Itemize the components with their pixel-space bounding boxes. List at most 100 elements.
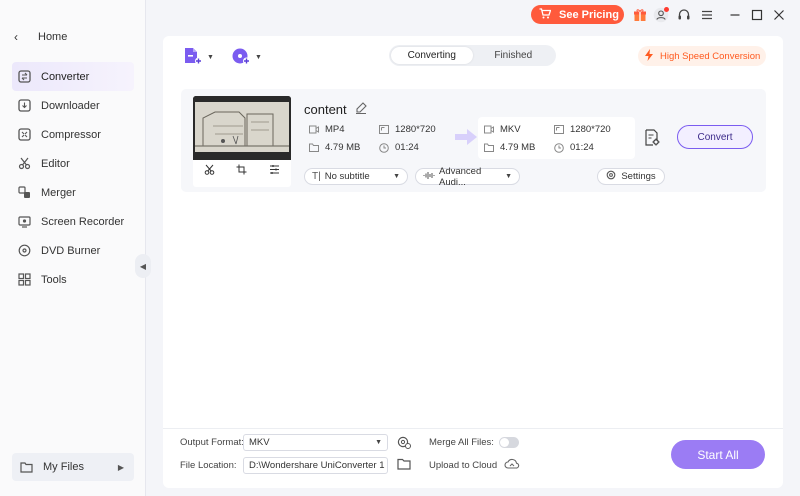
file-item-card: content MP4 1280*720 4.79 MB 01:24 MKV 1… bbox=[181, 89, 766, 192]
trim-icon[interactable] bbox=[204, 164, 215, 178]
output-format-label: Output Format: bbox=[180, 437, 244, 448]
settings-button[interactable]: Settings bbox=[597, 168, 665, 185]
file-name-label: content bbox=[304, 102, 347, 117]
tab-converting[interactable]: Converting bbox=[391, 47, 473, 64]
audio-dropdown[interactable]: Advanced Audi... ▼ bbox=[415, 165, 520, 188]
thumbnail-area bbox=[193, 96, 291, 187]
source-duration-value: 01:24 bbox=[395, 142, 419, 153]
screen-recorder-icon bbox=[18, 215, 31, 228]
compressor-icon bbox=[18, 128, 31, 141]
account-icon[interactable] bbox=[652, 6, 670, 24]
video-icon bbox=[309, 125, 319, 134]
my-files-button[interactable]: My Files ▶ bbox=[12, 453, 134, 481]
subtitle-dropdown[interactable]: T| No subtitle ▼ bbox=[304, 168, 408, 185]
thumbnail-actions bbox=[193, 164, 291, 178]
clock-icon bbox=[554, 143, 564, 153]
downloader-icon bbox=[18, 99, 31, 112]
target-duration: 01:24 bbox=[554, 142, 594, 153]
dvd-burner-icon bbox=[18, 244, 31, 257]
convert-arrow-icon bbox=[455, 129, 477, 148]
source-format-value: MP4 bbox=[325, 124, 345, 135]
source-resolution-value: 1280*720 bbox=[395, 124, 436, 135]
chevron-right-icon: ▶ bbox=[117, 462, 124, 472]
folder-icon bbox=[309, 143, 319, 152]
sidebar-item-screen-recorder[interactable]: Screen Recorder bbox=[12, 207, 134, 236]
high-speed-conversion-toggle[interactable]: High Speed Conversion bbox=[638, 46, 766, 66]
sidebar-item-compressor[interactable]: Compressor bbox=[12, 120, 134, 149]
file-location-select[interactable]: D:\Wondershare UniConverter 1 ▼ bbox=[243, 457, 388, 474]
headset-icon[interactable] bbox=[675, 6, 693, 24]
edit-icon[interactable] bbox=[355, 102, 367, 117]
file-name: content bbox=[304, 102, 367, 117]
target-resolution: 1280*720 bbox=[554, 124, 611, 135]
maximize-icon[interactable] bbox=[748, 6, 766, 24]
see-pricing-button[interactable]: See Pricing bbox=[531, 5, 624, 24]
target-info-box[interactable]: MKV 1280*720 4.79 MB 01:24 bbox=[478, 117, 635, 159]
cloud-icon[interactable] bbox=[504, 457, 520, 473]
minimize-icon[interactable] bbox=[726, 6, 744, 24]
audio-wave-icon bbox=[423, 171, 435, 183]
home-link[interactable]: ‹ Home bbox=[14, 30, 67, 44]
close-icon[interactable] bbox=[770, 6, 788, 24]
sidebar-item-tools[interactable]: Tools bbox=[12, 265, 134, 294]
sidebar-item-downloader[interactable]: Downloader bbox=[12, 91, 134, 120]
sidebar-item-label: Merger bbox=[41, 186, 76, 199]
add-files-button[interactable]: ▼ bbox=[183, 47, 214, 68]
output-settings-icon[interactable] bbox=[639, 125, 665, 151]
add-dvd-button[interactable]: ▼ bbox=[231, 47, 262, 68]
merge-all-files-toggle[interactable] bbox=[499, 437, 519, 448]
file-location-value: D:\Wondershare UniConverter 1 bbox=[249, 460, 385, 471]
tab-finished[interactable]: Finished bbox=[473, 47, 555, 64]
chevron-down-icon: ▼ bbox=[255, 54, 262, 61]
sidebar-item-label: Screen Recorder bbox=[41, 215, 125, 228]
notification-dot bbox=[664, 7, 669, 12]
title-bar: See Pricing bbox=[146, 0, 800, 30]
sidebar-item-label: DVD Burner bbox=[41, 244, 101, 257]
sidebar-item-label: Compressor bbox=[41, 128, 101, 141]
sidebar-item-editor[interactable]: Editor bbox=[12, 149, 134, 178]
chevron-down-icon: ▼ bbox=[393, 173, 400, 180]
subtitle-value: No subtitle bbox=[324, 171, 370, 182]
clock-icon bbox=[379, 143, 389, 153]
video-icon bbox=[484, 125, 494, 134]
output-format-settings-icon[interactable] bbox=[397, 435, 411, 452]
video-thumbnail[interactable] bbox=[193, 96, 291, 160]
folder-icon bbox=[20, 461, 33, 474]
chevron-down-icon: ▼ bbox=[371, 439, 382, 446]
start-all-button[interactable]: Start All bbox=[671, 440, 765, 469]
chevron-left-icon: ‹ bbox=[14, 30, 18, 44]
audio-value: Advanced Audi... bbox=[439, 165, 482, 188]
chevron-down-icon: ▼ bbox=[505, 173, 512, 180]
sidebar: ‹ Home Converter Downloader Compressor E… bbox=[0, 0, 146, 496]
collapse-sidebar-button[interactable]: ◀ bbox=[135, 254, 151, 278]
editor-icon bbox=[18, 157, 31, 170]
target-resolution-value: 1280*720 bbox=[570, 124, 611, 135]
output-format-value: MKV bbox=[249, 437, 270, 448]
menu-icon[interactable] bbox=[698, 6, 716, 24]
converter-icon bbox=[18, 70, 31, 83]
target-size-value: 4.79 MB bbox=[500, 142, 536, 153]
add-file-icon bbox=[183, 47, 203, 68]
target-format-value: MKV bbox=[500, 124, 521, 135]
file-location-label: File Location: bbox=[180, 460, 237, 471]
chevron-left-icon: ◀ bbox=[139, 261, 147, 271]
gift-icon[interactable] bbox=[631, 6, 649, 24]
sidebar-item-dvd-burner[interactable]: DVD Burner bbox=[12, 236, 134, 265]
cart-icon bbox=[539, 7, 552, 22]
source-size-value: 4.79 MB bbox=[325, 142, 361, 153]
sidebar-nav: Converter Downloader Compressor Editor M… bbox=[12, 62, 134, 294]
bottom-bar: Output Format: MKV ▼ File Location: D:\W… bbox=[163, 428, 783, 488]
output-format-select[interactable]: MKV ▼ bbox=[243, 434, 388, 451]
sidebar-item-converter[interactable]: Converter bbox=[12, 62, 134, 91]
sidebar-item-merger[interactable]: Merger bbox=[12, 178, 134, 207]
folder-icon bbox=[484, 143, 494, 152]
settings-gear-icon bbox=[606, 170, 616, 183]
convert-button[interactable]: Convert bbox=[677, 125, 753, 149]
open-folder-icon[interactable] bbox=[397, 458, 411, 473]
crop-icon[interactable] bbox=[236, 164, 247, 178]
effects-icon[interactable] bbox=[269, 164, 280, 178]
resolution-icon bbox=[554, 125, 564, 134]
settings-label: Settings bbox=[621, 171, 656, 182]
converter-panel: ▼ ▼ Converting Finished High Speed Conve… bbox=[163, 36, 783, 488]
target-duration-value: 01:24 bbox=[570, 142, 594, 153]
